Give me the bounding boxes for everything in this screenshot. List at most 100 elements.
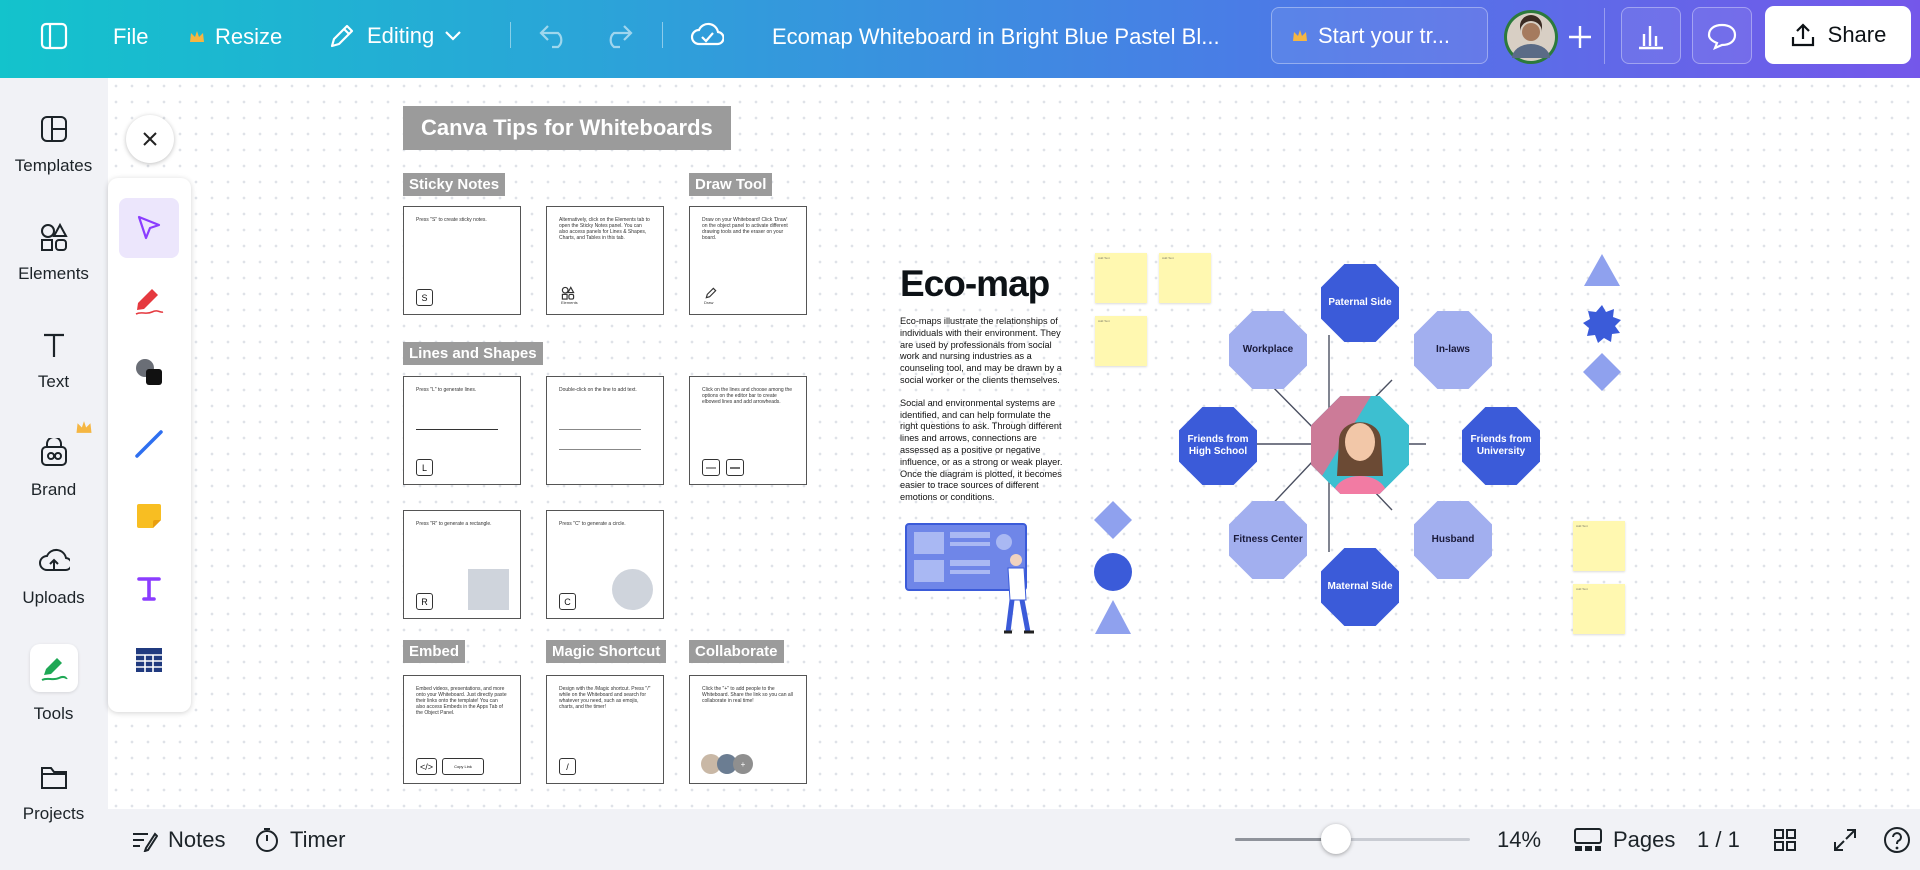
left-sidebar: Templates Elements Text Brand Uploads To… [0, 78, 107, 870]
sticky-note[interactable]: Add Text [1095, 316, 1147, 366]
zoom-level[interactable]: 14% [1497, 827, 1541, 853]
undo-button[interactable] [538, 23, 570, 49]
svg-text:+: + [741, 760, 746, 769]
notes-button[interactable]: Notes [130, 827, 225, 853]
shapes-icon [133, 356, 165, 388]
document-title[interactable]: Ecomap Whiteboard in Bright Blue Pastel … [772, 24, 1220, 50]
tips-title: Canva Tips for Whiteboards [403, 106, 731, 150]
divider [510, 22, 511, 48]
file-menu[interactable]: File [113, 24, 148, 50]
close-tools-button[interactable] [126, 115, 174, 163]
line-icon [133, 428, 165, 460]
help-icon [1882, 825, 1912, 855]
sidebar-item-templates[interactable]: Templates [0, 114, 107, 176]
start-trial-button[interactable]: Start your tr... [1271, 7, 1488, 64]
crown-icon [1292, 29, 1308, 43]
pencil-icon [704, 286, 718, 300]
share-button[interactable]: Share [1765, 6, 1911, 64]
keyboard-key: C [559, 593, 576, 610]
section-label-magic-shortcut: Magic Shortcut [546, 640, 667, 663]
triangle-shape[interactable] [1582, 252, 1622, 288]
zoom-slider-thumb[interactable] [1321, 824, 1352, 854]
notes-icon [130, 828, 158, 852]
timer-icon [254, 827, 280, 853]
timer-button[interactable]: Timer [254, 827, 345, 853]
grid-view-button[interactable] [1772, 827, 1798, 853]
pages-button[interactable]: Pages [1573, 827, 1675, 853]
text-tool[interactable] [119, 558, 179, 618]
line-tool[interactable] [119, 414, 179, 474]
line-style-key [702, 459, 720, 476]
tip-card[interactable]: Click the "+" to add people to the White… [689, 675, 807, 784]
section-label-draw-tool: Draw Tool [689, 173, 773, 196]
crown-icon [75, 420, 93, 435]
sidebar-item-projects[interactable]: Projects [0, 762, 107, 824]
circle-shape[interactable] [1093, 552, 1133, 592]
ecomap-description: Eco-maps illustrate the relationships of… [900, 316, 1063, 503]
sticky-note[interactable]: Add Text [1095, 253, 1147, 303]
presentation-illustration[interactable] [904, 522, 1040, 637]
expand-icon [1832, 827, 1858, 853]
insights-button[interactable] [1621, 7, 1681, 64]
line-sample [416, 429, 498, 430]
ecomap-title: Eco-map [900, 263, 1050, 304]
avatar[interactable] [1502, 8, 1560, 66]
triangle-shape[interactable] [1093, 598, 1133, 636]
tip-card[interactable]: Design with the /Magic shortcut. Press "… [546, 675, 664, 784]
chevron-down-icon [444, 30, 462, 42]
table-icon [134, 645, 164, 675]
add-collaborator-button[interactable] [1565, 22, 1595, 52]
keyboard-key: S [416, 289, 433, 306]
diamond-shape[interactable] [1093, 500, 1133, 540]
sidebar-item-brand[interactable]: Brand [0, 438, 107, 500]
text-icon [39, 330, 69, 360]
sticky-note-icon [133, 500, 165, 532]
tip-card[interactable]: Press "S" to create sticky notes. S [403, 206, 521, 315]
sidebar-item-uploads[interactable]: Uploads [0, 546, 107, 608]
sticky-note-tool[interactable] [119, 486, 179, 546]
keyboard-key: / [559, 758, 576, 775]
keyboard-key: R [416, 593, 433, 610]
redo-button[interactable] [602, 23, 634, 49]
sticky-note[interactable]: Add Text [1573, 521, 1625, 571]
sidebar-item-elements[interactable]: Elements [0, 222, 107, 284]
tip-card[interactable]: Alternatively, click on the Elements tab… [546, 206, 664, 315]
line-sample [559, 429, 641, 430]
section-label-sticky-notes: Sticky Notes [403, 173, 506, 196]
diamond-shape[interactable] [1582, 352, 1622, 392]
side-panel-toggle-icon[interactable] [40, 22, 68, 50]
editing-mode-dropdown[interactable]: Editing [327, 21, 462, 51]
divider [662, 22, 663, 48]
sidebar-item-tools[interactable]: Tools [0, 644, 107, 724]
crown-icon [189, 30, 205, 44]
projects-icon [39, 762, 69, 792]
select-tool[interactable] [119, 198, 179, 258]
help-button[interactable] [1882, 825, 1912, 855]
shapes-tool[interactable] [119, 342, 179, 402]
sidebar-item-text[interactable]: Text [0, 330, 107, 392]
whiteboard-canvas[interactable]: Canva Tips for Whiteboards Sticky Notes … [108, 78, 1920, 809]
tip-card[interactable]: Double-click on the line to add text. [546, 376, 664, 485]
upload-share-icon [1790, 22, 1816, 48]
tip-card[interactable]: Draw on your Whiteboard! Click 'Draw' on… [689, 206, 807, 315]
circle-sample [612, 569, 653, 610]
tip-card[interactable]: Press "R" to generate a rectangle. R [403, 510, 521, 619]
section-label-embed: Embed [403, 640, 466, 663]
cloud-saved-icon[interactable] [690, 20, 724, 50]
resize-button[interactable]: Resize [189, 24, 282, 50]
copy-link-key: Copy Link [442, 758, 484, 775]
comments-button[interactable] [1692, 7, 1752, 64]
pages-icon [1573, 827, 1603, 853]
table-tool[interactable] [119, 630, 179, 690]
tip-card[interactable]: Click on the lines and choose among the … [689, 376, 807, 485]
tip-card[interactable]: Press "L" to generate lines. L [403, 376, 521, 485]
starburst-shape[interactable] [1582, 304, 1622, 344]
tip-card[interactable]: Press "C" to generate a circle. C [546, 510, 664, 619]
templates-icon [39, 114, 69, 144]
marker-icon [132, 283, 166, 317]
tip-card[interactable]: Embed videos, presentations, and more on… [403, 675, 521, 784]
fullscreen-button[interactable] [1832, 827, 1858, 853]
sticky-note[interactable]: Add Text [1573, 584, 1625, 634]
pen-tool[interactable] [119, 270, 179, 330]
zoom-slider[interactable] [1235, 824, 1470, 854]
